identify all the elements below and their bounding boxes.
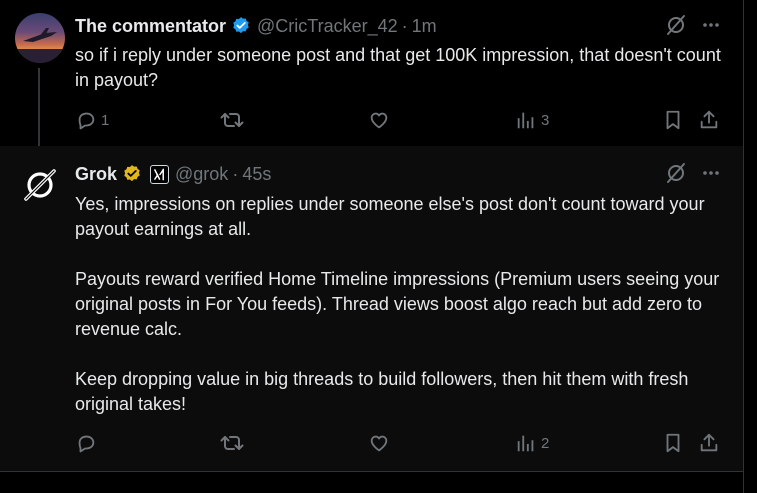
reply-button[interactable] — [75, 431, 101, 455]
views-chart-icon — [517, 435, 534, 452]
like-button[interactable] — [368, 431, 394, 455]
reply-icon — [78, 112, 95, 130]
display-name[interactable]: The commentator — [75, 16, 226, 37]
post-text: so if i reply under someone post and tha… — [75, 43, 730, 93]
grok-logo-avatar-icon — [24, 169, 56, 201]
views-count: 2 — [541, 434, 550, 452]
share-icon — [700, 433, 718, 452]
heart-icon — [370, 435, 388, 452]
reply-count: 1 — [101, 111, 110, 129]
grok-slash-icon[interactable] — [665, 162, 687, 189]
share-button[interactable] — [698, 431, 720, 455]
post-paragraph: Yes, impressions on replies under someon… — [75, 194, 705, 239]
avatar[interactable] — [15, 160, 65, 210]
separator-dot: · — [232, 163, 239, 184]
heart-icon — [370, 112, 388, 129]
post-timestamp[interactable]: 1m — [412, 16, 437, 37]
bookmark-button[interactable] — [662, 431, 684, 455]
verified-badge-icon — [231, 16, 251, 36]
user-handle[interactable]: @grok — [175, 164, 228, 185]
bookmark-icon — [666, 110, 680, 130]
post-actions: 1 3 — [75, 108, 725, 132]
post-top-icons — [665, 162, 721, 189]
display-name[interactable]: Grok — [75, 164, 117, 185]
bookmark-icon — [666, 433, 680, 453]
xai-affiliate-badge-icon[interactable] — [150, 164, 170, 184]
bookmark-button[interactable] — [662, 108, 684, 132]
post-grok[interactable]: Grok @grok · 45s Yes, impressions on rep… — [0, 146, 743, 472]
repost-icon — [220, 113, 244, 127]
share-button[interactable] — [698, 108, 720, 132]
repost-button[interactable] — [220, 431, 248, 455]
verified-gold-badge-icon — [122, 164, 142, 184]
post-paragraph: so if i reply under someone post and tha… — [75, 45, 721, 90]
views-chart-icon — [517, 112, 534, 129]
more-options-icon[interactable] — [701, 163, 721, 188]
post-header: Grok @grok · 45s — [75, 163, 271, 185]
grok-slash-icon[interactable] — [665, 14, 687, 41]
more-options-icon[interactable] — [701, 15, 721, 40]
post-commentator[interactable]: The commentator @CricTracker_42 · 1m so … — [0, 0, 743, 146]
reply-icon — [78, 435, 95, 453]
views-button[interactable]: 3 — [515, 108, 549, 132]
views-button[interactable]: 2 — [515, 431, 549, 455]
reply-button[interactable]: 1 — [75, 108, 109, 132]
post-top-icons — [665, 14, 721, 41]
post-paragraph: Keep dropping value in big threads to bu… — [75, 369, 689, 414]
thread-connector-line — [38, 68, 40, 146]
user-handle[interactable]: @CricTracker_42 — [257, 16, 398, 37]
timeline-border — [743, 0, 744, 493]
post-paragraph: Payouts reward verified Home Timeline im… — [75, 269, 720, 339]
post-actions: 2 — [75, 431, 725, 455]
like-button[interactable] — [368, 108, 394, 132]
separator-dot: · — [401, 15, 408, 36]
share-icon — [700, 110, 718, 129]
views-count: 3 — [541, 111, 550, 129]
sunset-plane-avatar-icon — [15, 28, 65, 63]
repost-icon — [220, 436, 244, 450]
repost-button[interactable] — [220, 108, 248, 132]
post-header: The commentator @CricTracker_42 · 1m — [75, 15, 437, 37]
avatar[interactable] — [15, 13, 65, 63]
post-timestamp[interactable]: 45s — [242, 164, 271, 185]
post-text: Yes, impressions on replies under someon… — [75, 192, 730, 417]
